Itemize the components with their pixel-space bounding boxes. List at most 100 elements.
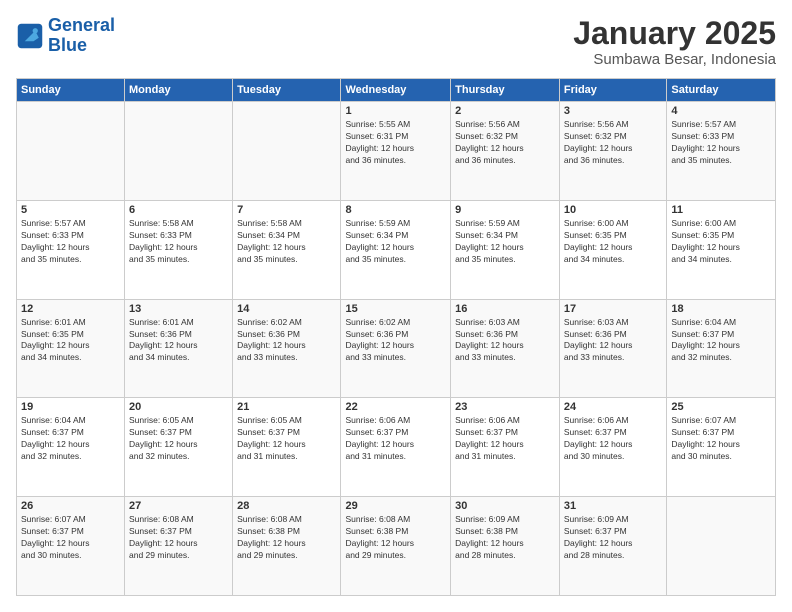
calendar-cell: 1 Sunrise: 5:55 AM Sunset: 6:31 PM Daylig… [341, 102, 451, 201]
day-number: 23 [455, 401, 555, 413]
calendar-cell: 6Sunrise: 5:58 AM Sunset: 6:33 PM Daylig… [125, 200, 233, 299]
day-info: Sunrise: 5:57 AM Sunset: 6:33 PM Dayligh… [21, 218, 120, 266]
day-info: Sunrise: 5:56 AM Sunset: 6:32 PM Dayligh… [564, 119, 662, 167]
day-info: Sunrise: 6:05 AM Sunset: 6:37 PM Dayligh… [237, 415, 336, 463]
day-number: 19 [21, 401, 120, 413]
day-info: Sunrise: 5:58 AM Sunset: 6:33 PM Dayligh… [129, 218, 228, 266]
calendar-cell [17, 102, 125, 201]
day-info: Sunrise: 6:06 AM Sunset: 6:37 PM Dayligh… [455, 415, 555, 463]
calendar-week-1: 5 Sunrise: 5:57 AM Sunset: 6:33 PM Daylig… [17, 200, 776, 299]
weekday-header-friday: Friday [559, 79, 666, 102]
calendar-title: January 2025 [573, 16, 776, 51]
logo-text: General Blue [48, 16, 115, 56]
day-number: 22 [345, 401, 446, 413]
logo: General Blue [16, 16, 115, 56]
calendar-cell: 7Sunrise: 5:58 AM Sunset: 6:34 PM Daylig… [233, 200, 341, 299]
calendar-cell: 9 Sunrise: 5:59 AM Sunset: 6:34 PM Daylig… [451, 200, 560, 299]
weekday-header-thursday: Thursday [451, 79, 560, 102]
calendar-page: General Blue January 2025 Sumbawa Besar,… [0, 0, 792, 612]
day-number: 20 [129, 401, 228, 413]
calendar-cell: 11Sunrise: 6:00 AM Sunset: 6:35 PM Dayli… [667, 200, 776, 299]
day-number: 13 [129, 303, 228, 315]
weekday-header-wednesday: Wednesday [341, 79, 451, 102]
calendar-cell: 13 Sunrise: 6:01 AM Sunset: 6:36 PM Dayli… [125, 299, 233, 398]
day-info: Sunrise: 5:55 AM Sunset: 6:31 PM Dayligh… [345, 119, 446, 167]
header: General Blue January 2025 Sumbawa Besar,… [16, 16, 776, 68]
calendar-cell [233, 102, 341, 201]
calendar-cell: 2Sunrise: 5:56 AM Sunset: 6:32 PM Daylig… [451, 102, 560, 201]
day-number: 5 [21, 204, 120, 216]
day-info: Sunrise: 5:59 AM Sunset: 6:34 PM Dayligh… [345, 218, 446, 266]
day-number: 3 [564, 105, 662, 117]
day-number: 25 [671, 401, 771, 413]
day-number: 17 [564, 303, 662, 315]
day-info: Sunrise: 6:01 AM Sunset: 6:36 PM Dayligh… [129, 317, 228, 365]
calendar-header: SundayMondayTuesdayWednesdayThursdayFrid… [17, 79, 776, 102]
day-number: 12 [21, 303, 120, 315]
calendar-cell: 31Sunrise: 6:09 AM Sunset: 6:37 PM Dayli… [559, 497, 666, 596]
calendar-cell: 15Sunrise: 6:02 AM Sunset: 6:36 PM Dayli… [341, 299, 451, 398]
day-info: Sunrise: 6:08 AM Sunset: 6:37 PM Dayligh… [129, 514, 228, 562]
calendar-cell: 20 Sunrise: 6:05 AM Sunset: 6:37 PM Dayli… [125, 398, 233, 497]
day-info: Sunrise: 6:04 AM Sunset: 6:37 PM Dayligh… [671, 317, 771, 365]
calendar-cell: 25 Sunrise: 6:07 AM Sunset: 6:37 PM Dayli… [667, 398, 776, 497]
calendar-cell: 14 Sunrise: 6:02 AM Sunset: 6:36 PM Dayli… [233, 299, 341, 398]
day-info: Sunrise: 6:08 AM Sunset: 6:38 PM Dayligh… [237, 514, 336, 562]
day-number: 10 [564, 204, 662, 216]
calendar-cell: 29 Sunrise: 6:08 AM Sunset: 6:38 PM Dayli… [341, 497, 451, 596]
day-number: 27 [129, 500, 228, 512]
calendar-cell [667, 497, 776, 596]
weekday-header-saturday: Saturday [667, 79, 776, 102]
weekday-header-monday: Monday [125, 79, 233, 102]
day-info: Sunrise: 5:57 AM Sunset: 6:33 PM Dayligh… [671, 119, 771, 167]
calendar-cell: 21Sunrise: 6:05 AM Sunset: 6:37 PM Dayli… [233, 398, 341, 497]
title-block: January 2025 Sumbawa Besar, Indonesia [573, 16, 776, 68]
calendar-cell [125, 102, 233, 201]
calendar-cell: 3 Sunrise: 5:56 AM Sunset: 6:32 PM Daylig… [559, 102, 666, 201]
calendar-cell: 22 Sunrise: 6:06 AM Sunset: 6:37 PM Dayli… [341, 398, 451, 497]
day-info: Sunrise: 6:04 AM Sunset: 6:37 PM Dayligh… [21, 415, 120, 463]
logo-general: General [48, 15, 115, 35]
day-info: Sunrise: 6:03 AM Sunset: 6:36 PM Dayligh… [455, 317, 555, 365]
calendar-cell: 12 Sunrise: 6:01 AM Sunset: 6:35 PM Dayli… [17, 299, 125, 398]
calendar-cell: 19 Sunrise: 6:04 AM Sunset: 6:37 PM Dayli… [17, 398, 125, 497]
day-info: Sunrise: 6:07 AM Sunset: 6:37 PM Dayligh… [671, 415, 771, 463]
calendar-cell: 30Sunrise: 6:09 AM Sunset: 6:38 PM Dayli… [451, 497, 560, 596]
day-number: 1 [345, 105, 446, 117]
day-number: 28 [237, 500, 336, 512]
day-number: 29 [345, 500, 446, 512]
day-info: Sunrise: 6:06 AM Sunset: 6:37 PM Dayligh… [345, 415, 446, 463]
day-info: Sunrise: 5:59 AM Sunset: 6:34 PM Dayligh… [455, 218, 555, 266]
day-number: 26 [21, 500, 120, 512]
day-info: Sunrise: 6:08 AM Sunset: 6:38 PM Dayligh… [345, 514, 446, 562]
logo-blue: Blue [48, 36, 115, 56]
calendar-week-3: 19 Sunrise: 6:04 AM Sunset: 6:37 PM Dayli… [17, 398, 776, 497]
day-number: 9 [455, 204, 555, 216]
calendar-week-0: 1 Sunrise: 5:55 AM Sunset: 6:31 PM Daylig… [17, 102, 776, 201]
calendar-cell: 24Sunrise: 6:06 AM Sunset: 6:37 PM Dayli… [559, 398, 666, 497]
day-number: 14 [237, 303, 336, 315]
day-info: Sunrise: 6:02 AM Sunset: 6:36 PM Dayligh… [237, 317, 336, 365]
day-info: Sunrise: 6:05 AM Sunset: 6:37 PM Dayligh… [129, 415, 228, 463]
calendar-week-4: 26Sunrise: 6:07 AM Sunset: 6:37 PM Dayli… [17, 497, 776, 596]
day-info: Sunrise: 6:03 AM Sunset: 6:36 PM Dayligh… [564, 317, 662, 365]
day-number: 24 [564, 401, 662, 413]
day-number: 15 [345, 303, 446, 315]
day-info: Sunrise: 6:01 AM Sunset: 6:35 PM Dayligh… [21, 317, 120, 365]
logo-icon [16, 22, 44, 50]
calendar-cell: 8Sunrise: 5:59 AM Sunset: 6:34 PM Daylig… [341, 200, 451, 299]
calendar-body: 1 Sunrise: 5:55 AM Sunset: 6:31 PM Daylig… [17, 102, 776, 596]
day-number: 11 [671, 204, 771, 216]
calendar-cell: 5 Sunrise: 5:57 AM Sunset: 6:33 PM Daylig… [17, 200, 125, 299]
day-info: Sunrise: 5:58 AM Sunset: 6:34 PM Dayligh… [237, 218, 336, 266]
calendar-cell: 18 Sunrise: 6:04 AM Sunset: 6:37 PM Dayli… [667, 299, 776, 398]
weekday-row: SundayMondayTuesdayWednesdayThursdayFrid… [17, 79, 776, 102]
day-number: 4 [671, 105, 771, 117]
calendar-cell: 17 Sunrise: 6:03 AM Sunset: 6:36 PM Dayli… [559, 299, 666, 398]
day-info: Sunrise: 6:09 AM Sunset: 6:38 PM Dayligh… [455, 514, 555, 562]
day-number: 16 [455, 303, 555, 315]
day-number: 31 [564, 500, 662, 512]
weekday-header-tuesday: Tuesday [233, 79, 341, 102]
calendar-cell: 26Sunrise: 6:07 AM Sunset: 6:37 PM Dayli… [17, 497, 125, 596]
day-number: 18 [671, 303, 771, 315]
